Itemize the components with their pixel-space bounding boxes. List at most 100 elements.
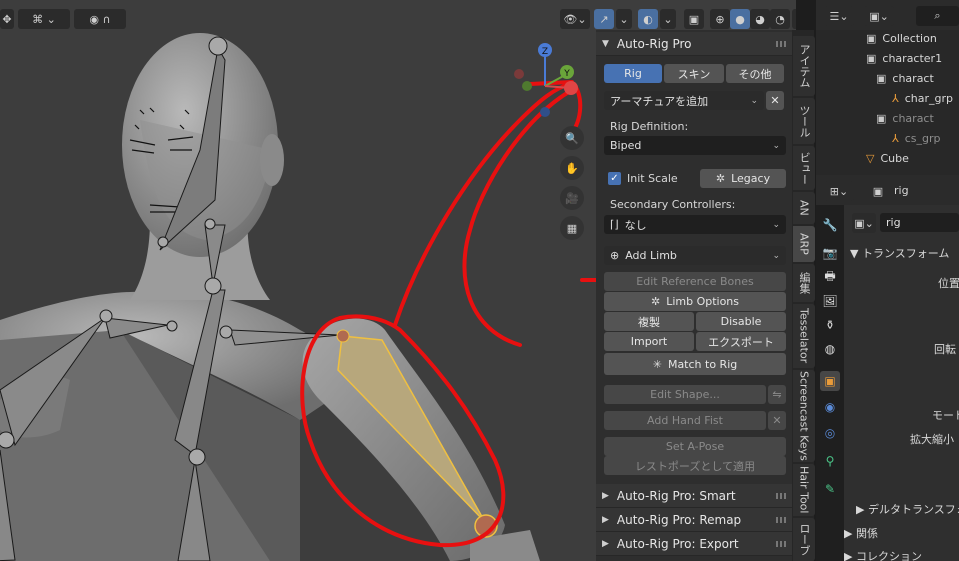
tab-robe[interactable]: ローブ xyxy=(793,518,815,561)
tool-icon[interactable]: 🔧 xyxy=(820,215,840,235)
collapse-triangle-icon: ▶ xyxy=(602,514,609,525)
init-scale-checkbox[interactable]: ✓ xyxy=(608,172,621,185)
zoom-icon[interactable]: 🔍 xyxy=(560,126,584,150)
smart-panel-header[interactable]: ▶ Auto-Rig Pro: Smart xyxy=(596,484,792,508)
relations-panel-header[interactable]: ▶ 関係 xyxy=(844,525,878,541)
close-icon[interactable]: ✕ xyxy=(766,91,784,110)
scene-icon[interactable]: ⚱ xyxy=(820,315,840,335)
close-icon[interactable]: ✕ xyxy=(768,411,786,430)
transform-tool-icon[interactable]: ✥ xyxy=(0,9,14,29)
tab-hair-tool[interactable]: Hair Tool xyxy=(793,464,815,516)
output-icon[interactable]: 🖶 xyxy=(820,267,840,287)
modifier-icon[interactable]: ◉ xyxy=(820,397,840,417)
tab-misc[interactable]: その他 xyxy=(726,64,784,83)
match-to-rig-button[interactable]: ✳ Match to Rig xyxy=(604,353,786,375)
export-panel-header[interactable]: ▶ Auto-Rig Pro: Export xyxy=(596,532,792,556)
edit-shape-button[interactable]: Edit Shape... xyxy=(604,385,766,404)
object-properties-icon[interactable]: ▣ xyxy=(820,371,840,391)
remap-panel-header[interactable]: ▶ Auto-Rig Pro: Remap xyxy=(596,508,792,532)
xray-icon[interactable]: ▣ xyxy=(684,9,704,29)
transform-panel-header[interactable]: ▼ トランスフォーム xyxy=(850,245,949,261)
physics-icon[interactable]: ◎ xyxy=(820,423,840,443)
render-icon[interactable]: 📷 xyxy=(820,243,840,263)
wireframe-shading-icon[interactable]: ⊕ xyxy=(710,9,730,29)
search-icon[interactable]: ⌕ xyxy=(916,6,959,26)
chevron-down-icon[interactable]: ⌄ xyxy=(616,9,632,29)
tab-an[interactable]: AN xyxy=(793,192,815,224)
location-label: 位置 xyxy=(938,277,959,290)
grid-perspective-icon[interactable]: ▦ xyxy=(560,216,584,240)
delta-panel-header[interactable]: ▶ デルタトランスフォーム xyxy=(856,501,959,517)
add-limb-dropdown[interactable]: ⊕ Add Limb ⌄ xyxy=(604,246,786,265)
object-name-field[interactable]: rig xyxy=(880,213,959,232)
gear-icon: ✲ xyxy=(650,295,661,308)
legacy-button[interactable]: ✲ Legacy xyxy=(700,169,786,188)
import-button[interactable]: Import xyxy=(604,332,694,351)
rendered-shading-icon[interactable]: ◔ xyxy=(770,9,790,29)
rig-definition-select[interactable]: Biped ⌄ xyxy=(604,136,786,155)
collection-icon: ▣ xyxy=(876,111,887,125)
proportional-icon[interactable]: ◉ ∩ xyxy=(74,9,126,29)
chevron-down-icon: ⌄ xyxy=(750,95,758,106)
gear-icon: ✲ xyxy=(715,172,726,185)
outliner-row[interactable]: ⅄ cs_grp xyxy=(816,128,959,148)
outliner-row-label: char_grp xyxy=(904,91,954,105)
chevron-down-icon[interactable]: ⌄ xyxy=(660,9,676,29)
sidebar-tabs: アイテム ツール ビュー AN ARP 編集 Tesselator Screen… xyxy=(792,30,815,561)
gizmo-x-axis[interactable] xyxy=(564,81,578,95)
duplicate-button[interactable]: 複製 xyxy=(604,312,694,331)
world-icon[interactable]: ◍ xyxy=(820,339,840,359)
editor-type-icon[interactable]: ⊞⌄ xyxy=(824,181,854,201)
edit-reference-bones-button[interactable]: Edit Reference Bones xyxy=(604,272,786,291)
solid-shading-icon[interactable]: ● xyxy=(730,9,750,29)
outliner-row[interactable]: ▣ Collection xyxy=(816,28,959,48)
tab-skin[interactable]: スキン xyxy=(664,64,724,83)
tab-tesselator[interactable]: Tesselator xyxy=(793,304,815,368)
tab-screencast-keys[interactable]: Screencast Keys xyxy=(793,370,815,462)
overlay-toggle-icon[interactable]: ◐ xyxy=(638,9,658,29)
add-armature-dropdown[interactable]: アーマチュアを追加 ⌄ xyxy=(604,91,764,110)
display-mode-icon[interactable]: ☰⌄ xyxy=(824,6,854,26)
tab-tool[interactable]: ツール xyxy=(793,98,815,144)
outliner-row[interactable]: ⅄ char_grp xyxy=(816,88,959,108)
filter-icon[interactable]: ▣⌄ xyxy=(864,6,894,26)
tab-view[interactable]: ビュー xyxy=(793,146,815,190)
view-layer-icon[interactable]: 🖼 xyxy=(820,291,840,311)
outliner-row[interactable]: ▣ character1 xyxy=(816,48,959,68)
secondary-controllers-select[interactable]: ⌈⌋ なし ⌄ xyxy=(604,215,786,234)
drag-handle-icon xyxy=(776,541,786,547)
chevron-down-icon[interactable]: ⌄ xyxy=(792,9,796,29)
mesh-icon: ▽ xyxy=(866,151,875,165)
collections-panel-header[interactable]: ▶ コレクション xyxy=(844,548,922,561)
pan-hand-icon[interactable]: ✋ xyxy=(560,156,584,180)
disable-button[interactable]: Disable xyxy=(696,312,786,331)
camera-icon[interactable]: 🎥 xyxy=(560,186,584,210)
mirror-icon[interactable]: ⇋ xyxy=(768,385,786,404)
add-hand-fist-button[interactable]: Add Hand Fist xyxy=(604,411,766,430)
export-button[interactable]: エクスポート xyxy=(696,332,786,351)
bone-icon[interactable]: ✎ xyxy=(820,479,840,499)
outliner-row[interactable]: ▽ Cube xyxy=(816,148,959,168)
limb-options-button[interactable]: ✲ Limb Options xyxy=(604,292,786,311)
arp-panel-header[interactable]: ▼ Auto-Rig Pro xyxy=(596,32,792,56)
collapse-triangle-icon: ▶ xyxy=(602,538,609,549)
object-type-icon[interactable]: ▣⌄ xyxy=(852,213,876,233)
apply-rest-pose-button[interactable]: レストポーズとして適用 xyxy=(604,456,786,475)
visibility-icon[interactable]: 👁⌄ xyxy=(560,9,590,29)
material-shading-icon[interactable]: ◕ xyxy=(750,9,770,29)
gizmo-toggle-icon[interactable]: ↗ xyxy=(594,9,614,29)
navigation-gizmo[interactable]: Z Y xyxy=(505,38,585,128)
tab-edit[interactable]: 編集 xyxy=(793,264,815,302)
gizmo-y-label: Y xyxy=(563,69,570,79)
tab-rig[interactable]: Rig xyxy=(604,64,662,83)
drag-handle-icon[interactable] xyxy=(776,41,786,47)
set-a-pose-button[interactable]: Set A-Pose xyxy=(604,437,786,456)
outliner-row[interactable]: ▣ charact xyxy=(816,108,959,128)
tab-item[interactable]: アイテム xyxy=(793,36,815,96)
tab-arp[interactable]: ARP xyxy=(793,226,815,262)
armature-icon[interactable]: ⚲ xyxy=(820,451,840,471)
snap-icon[interactable]: ⌘ ⌄ xyxy=(18,9,70,29)
viewport-header: ✥ ⌘ ⌄ ◉ ∩ 👁⌄ ↗ ⌄ ◐ ⌄ ▣ ⊕ ● ◕ ◔ ⌄ xyxy=(0,6,796,32)
secondary-controllers-label: Secondary Controllers: xyxy=(610,198,736,211)
outliner-row[interactable]: ▣ charact xyxy=(816,68,959,88)
